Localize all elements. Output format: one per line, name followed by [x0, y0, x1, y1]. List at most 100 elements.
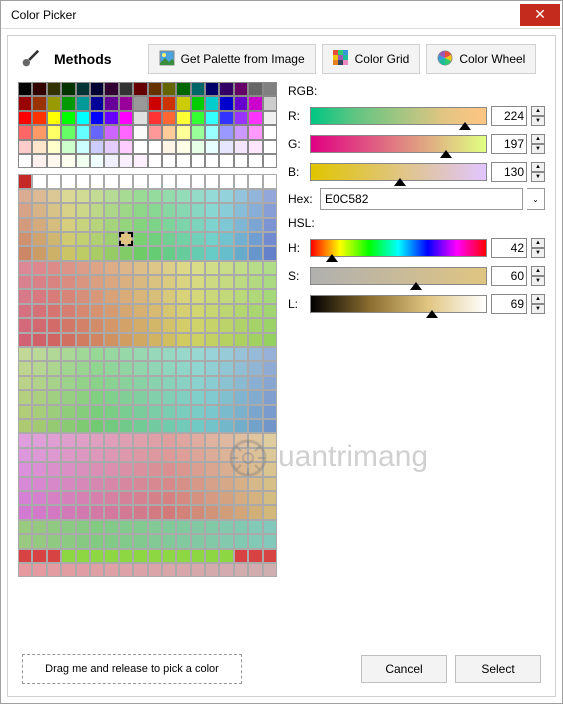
palette-swatch[interactable]: [47, 448, 61, 462]
r-slider[interactable]: [310, 107, 487, 125]
palette-swatch[interactable]: [133, 549, 147, 563]
palette-swatch[interactable]: [263, 491, 277, 505]
palette-swatch[interactable]: [162, 505, 176, 519]
palette-swatch[interactable]: [248, 520, 262, 534]
select-button[interactable]: Select: [455, 655, 541, 683]
palette-swatch[interactable]: [90, 96, 104, 110]
palette-swatch[interactable]: [133, 289, 147, 303]
palette-swatch[interactable]: [18, 462, 32, 476]
palette-swatch[interactable]: [263, 218, 277, 232]
palette-swatch[interactable]: [248, 491, 262, 505]
palette-swatch[interactable]: [119, 289, 133, 303]
palette-swatch[interactable]: [176, 491, 190, 505]
palette-swatch[interactable]: [119, 563, 133, 577]
palette-swatch[interactable]: [205, 140, 219, 154]
g-input[interactable]: [491, 134, 527, 154]
palette-swatch[interactable]: [76, 491, 90, 505]
palette-swatch[interactable]: [90, 289, 104, 303]
palette-swatch[interactable]: [205, 189, 219, 203]
palette-swatch[interactable]: [18, 376, 32, 390]
palette-swatch[interactable]: [248, 232, 262, 246]
palette-swatch[interactable]: [148, 154, 162, 168]
palette-swatch[interactable]: [32, 174, 46, 188]
palette-swatch[interactable]: [32, 549, 46, 563]
palette-swatch[interactable]: [148, 275, 162, 289]
palette-swatch[interactable]: [248, 218, 262, 232]
palette-swatch[interactable]: [148, 419, 162, 433]
palette-swatch[interactable]: [133, 347, 147, 361]
palette-swatch[interactable]: [32, 82, 46, 96]
palette-swatch[interactable]: [176, 433, 190, 447]
palette-swatch[interactable]: [119, 433, 133, 447]
palette-swatch[interactable]: [263, 477, 277, 491]
palette-swatch[interactable]: [205, 96, 219, 110]
palette-swatch[interactable]: [104, 563, 118, 577]
palette-swatch[interactable]: [18, 203, 32, 217]
palette-swatch[interactable]: [76, 390, 90, 404]
palette-swatch[interactable]: [104, 491, 118, 505]
palette-swatch[interactable]: [104, 361, 118, 375]
palette-swatch[interactable]: [205, 318, 219, 332]
palette-swatch[interactable]: [148, 304, 162, 318]
palette-swatch[interactable]: [148, 448, 162, 462]
palette-swatch[interactable]: [32, 140, 46, 154]
palette-swatch[interactable]: [219, 232, 233, 246]
palette-swatch[interactable]: [205, 505, 219, 519]
palette-swatch[interactable]: [47, 203, 61, 217]
palette-swatch[interactable]: [191, 462, 205, 476]
palette-swatch[interactable]: [76, 477, 90, 491]
palette-swatch[interactable]: [32, 390, 46, 404]
palette-swatch[interactable]: [263, 246, 277, 260]
palette-swatch[interactable]: [32, 477, 46, 491]
palette-swatch[interactable]: [162, 82, 176, 96]
palette-swatch[interactable]: [18, 289, 32, 303]
palette-swatch[interactable]: [32, 275, 46, 289]
palette-swatch[interactable]: [263, 189, 277, 203]
palette-swatch[interactable]: [90, 376, 104, 390]
palette-swatch[interactable]: [61, 549, 75, 563]
palette-swatch[interactable]: [248, 462, 262, 476]
palette-swatch[interactable]: [76, 333, 90, 347]
palette-swatch[interactable]: [104, 246, 118, 260]
palette-swatch[interactable]: [32, 246, 46, 260]
palette-swatch[interactable]: [219, 549, 233, 563]
palette-swatch[interactable]: [219, 462, 233, 476]
palette-swatch[interactable]: [176, 246, 190, 260]
palette-swatch[interactable]: [32, 563, 46, 577]
palette-swatch[interactable]: [90, 261, 104, 275]
palette-swatch[interactable]: [18, 174, 32, 188]
palette-swatch[interactable]: [18, 433, 32, 447]
palette-swatch[interactable]: [61, 111, 75, 125]
palette-swatch[interactable]: [191, 534, 205, 548]
palette-swatch[interactable]: [104, 520, 118, 534]
palette-swatch[interactable]: [119, 477, 133, 491]
palette-swatch[interactable]: [90, 419, 104, 433]
palette-swatch[interactable]: [104, 549, 118, 563]
palette-swatch[interactable]: [47, 333, 61, 347]
palette-swatch[interactable]: [162, 174, 176, 188]
palette-swatch[interactable]: [162, 520, 176, 534]
palette-swatch[interactable]: [104, 275, 118, 289]
palette-swatch[interactable]: [76, 361, 90, 375]
palette-swatch[interactable]: [263, 347, 277, 361]
palette-swatch[interactable]: [119, 347, 133, 361]
palette-swatch[interactable]: [234, 304, 248, 318]
palette-swatch[interactable]: [248, 534, 262, 548]
palette-swatch[interactable]: [148, 333, 162, 347]
palette-swatch[interactable]: [61, 218, 75, 232]
h-slider[interactable]: [310, 239, 487, 257]
palette-swatch[interactable]: [205, 275, 219, 289]
palette-swatch[interactable]: [219, 405, 233, 419]
palette-swatch[interactable]: [47, 520, 61, 534]
palette-swatch[interactable]: [148, 505, 162, 519]
palette-swatch[interactable]: [133, 448, 147, 462]
palette-swatch[interactable]: [263, 333, 277, 347]
palette-swatch[interactable]: [90, 534, 104, 548]
palette-swatch[interactable]: [90, 361, 104, 375]
palette-swatch[interactable]: [162, 549, 176, 563]
palette-swatch[interactable]: [234, 96, 248, 110]
palette-swatch[interactable]: [148, 111, 162, 125]
palette-swatch[interactable]: [205, 433, 219, 447]
palette-swatch[interactable]: [90, 174, 104, 188]
palette-swatch[interactable]: [234, 261, 248, 275]
